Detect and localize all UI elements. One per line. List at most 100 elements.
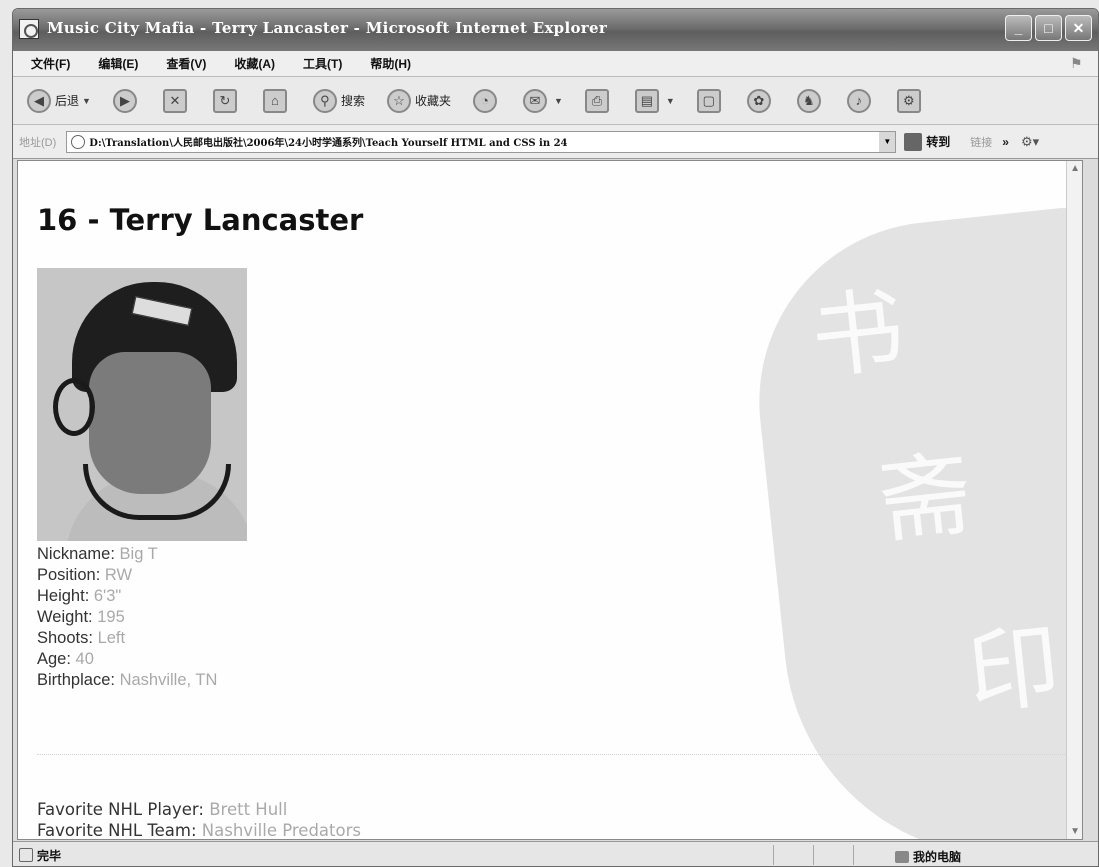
research-button[interactable]: ✿ [746, 88, 775, 113]
home-button[interactable]: ⌂ [262, 88, 291, 113]
watermark-glyph: 斋 [874, 440, 977, 557]
menu-help[interactable]: 帮助(H) [370, 55, 411, 72]
links-more-button[interactable]: » [1002, 135, 1009, 149]
edit-icon: ▤ [634, 88, 659, 113]
vertical-scrollbar[interactable]: ▲ ▼ [1066, 161, 1082, 839]
stop-icon: ✕ [162, 88, 187, 113]
forward-arrow-icon: ▶ [112, 88, 137, 113]
discuss-icon: ▢ [696, 88, 721, 113]
menu-edit[interactable]: 编辑(E) [98, 55, 138, 72]
player-photo [37, 268, 247, 541]
detail-value: 6'3" [93, 587, 122, 605]
refresh-button[interactable]: ↻ [212, 88, 241, 113]
maximize-button[interactable]: □ [1035, 15, 1062, 41]
go-arrow-icon [904, 132, 923, 151]
links-label[interactable]: 链接 [970, 134, 992, 150]
browser-window: Music City Mafia - Terry Lancaster - Mic… [12, 8, 1099, 867]
detail-row-height: Height: 6'3" [37, 586, 217, 607]
print-button[interactable]: ⎙ [584, 88, 613, 113]
chevron-down-icon[interactable]: ▼ [82, 96, 91, 106]
page-title: 16 - Terry Lancaster [37, 203, 364, 237]
chevron-down-icon[interactable]: ▼ [879, 131, 896, 152]
photo-ear [53, 378, 95, 436]
media-button[interactable]: ♪ [846, 88, 875, 113]
tools-icon: ⚙ [896, 88, 921, 113]
back-button[interactable]: ◀ 后退 ▼ [27, 88, 91, 113]
detail-label: Nickname: [37, 545, 115, 563]
favorite-value: Brett Hull [209, 800, 288, 819]
address-input[interactable]: D:\Translation\人民邮电出版社\2006年\24小时学通系列\Te… [66, 130, 897, 153]
computer-icon [895, 850, 909, 863]
home-icon: ⌂ [262, 88, 287, 113]
detail-row-position: Position: RW [37, 565, 217, 586]
page-done-icon [19, 848, 33, 862]
chevron-down-icon[interactable]: ▼ [666, 96, 675, 106]
watermark-seal: 书 斋 印 [741, 203, 1082, 839]
windows-logo-icon: ⚑ [1070, 55, 1083, 71]
address-bar: 地址(D) D:\Translation\人民邮电出版社\2006年\24小时学… [13, 125, 1098, 159]
ie-page-icon [19, 19, 39, 39]
favorite-label: Favorite NHL Player: [37, 800, 204, 819]
go-label: 转到 [926, 135, 951, 149]
back-arrow-icon: ◀ [27, 88, 51, 113]
detail-row-age: Age: 40 [37, 649, 217, 670]
detail-value: RW [104, 566, 133, 584]
detail-row-shoots: Shoots: Left [37, 628, 217, 649]
title-bar[interactable]: Music City Mafia - Terry Lancaster - Mic… [13, 9, 1098, 51]
favorites-section: Favorite NHL Player: Brett Hull Favorite… [37, 799, 361, 840]
scroll-down-icon[interactable]: ▼ [1070, 826, 1080, 837]
menu-file[interactable]: 文件(F) [31, 55, 70, 72]
history-button[interactable]: ◔ [472, 88, 501, 113]
research-icon: ✿ [746, 88, 771, 113]
minimize-button[interactable]: _ [1005, 15, 1032, 41]
detail-label: Height: [37, 587, 90, 605]
detail-label: Weight: [37, 608, 93, 626]
mail-button[interactable]: ✉ ▼ [522, 88, 563, 113]
scroll-up-icon[interactable]: ▲ [1070, 163, 1080, 174]
refresh-icon: ↻ [212, 88, 237, 113]
watermark-glyph: 印 [962, 611, 1066, 728]
favorite-label: Favorite NHL Team: [37, 821, 197, 840]
search-button[interactable]: ⚲ 搜索 [312, 88, 365, 113]
mail-icon: ✉ [522, 88, 547, 113]
search-label: 搜索 [340, 94, 365, 108]
window-title: Music City Mafia - Terry Lancaster - Mic… [47, 19, 608, 37]
menu-favorites[interactable]: 收藏(A) [234, 55, 275, 72]
stop-button[interactable]: ✕ [162, 88, 191, 113]
security-zone: 我的电脑 [895, 848, 961, 865]
detail-label: Position: [37, 566, 101, 584]
chevron-down-icon[interactable]: ▼ [554, 96, 563, 106]
photo-face [89, 352, 211, 494]
close-button[interactable]: ✕ [1065, 15, 1092, 41]
search-icon: ⚲ [312, 88, 337, 113]
menu-view[interactable]: 查看(V) [166, 55, 206, 72]
go-button[interactable]: 转到 [904, 132, 951, 151]
favorites-button[interactable]: ☆ 收藏夹 [386, 88, 451, 113]
detail-label: Birthplace: [37, 671, 115, 689]
detail-row-nickname: Nickname: Big T [37, 544, 217, 565]
forward-button[interactable]: ▶ [112, 88, 141, 113]
favorite-value: Nashville Predators [201, 821, 361, 840]
horizontal-rule [37, 754, 1077, 755]
watermark-glyph: 书 [806, 276, 910, 393]
menu-bar: 文件(F) 编辑(E) 查看(V) 收藏(A) 工具(T) 帮助(H) ⚑ [13, 51, 1098, 77]
zone-label: 我的电脑 [913, 850, 962, 864]
address-value[interactable]: D:\Translation\人民邮电出版社\2006年\24小时学通系列\Te… [89, 134, 879, 149]
player-details: Nickname: Big T Position: RW Height: 6'3… [37, 544, 217, 691]
detail-value: Left [97, 629, 126, 647]
edit-button[interactable]: ▤ ▼ [634, 88, 675, 113]
menu-tools[interactable]: 工具(T) [303, 55, 342, 72]
print-icon: ⎙ [584, 88, 609, 113]
messenger-button[interactable]: ♞ [796, 88, 825, 113]
status-text: 完毕 [37, 848, 62, 863]
detail-value: 195 [97, 608, 125, 626]
discuss-button[interactable]: ▢ [696, 88, 725, 113]
star-icon: ☆ [386, 88, 411, 113]
favorite-row-team: Favorite NHL Team: Nashville Predators [37, 820, 361, 840]
media-icon: ♪ [846, 88, 871, 113]
favorite-row-player: Favorite NHL Player: Brett Hull [37, 799, 361, 820]
tools-button[interactable]: ⚙ [896, 88, 925, 113]
toolbar-extra-icon[interactable]: ⚙▾ [1021, 134, 1039, 150]
detail-value: Nashville, TN [119, 671, 218, 689]
detail-value: Big T [119, 545, 158, 563]
